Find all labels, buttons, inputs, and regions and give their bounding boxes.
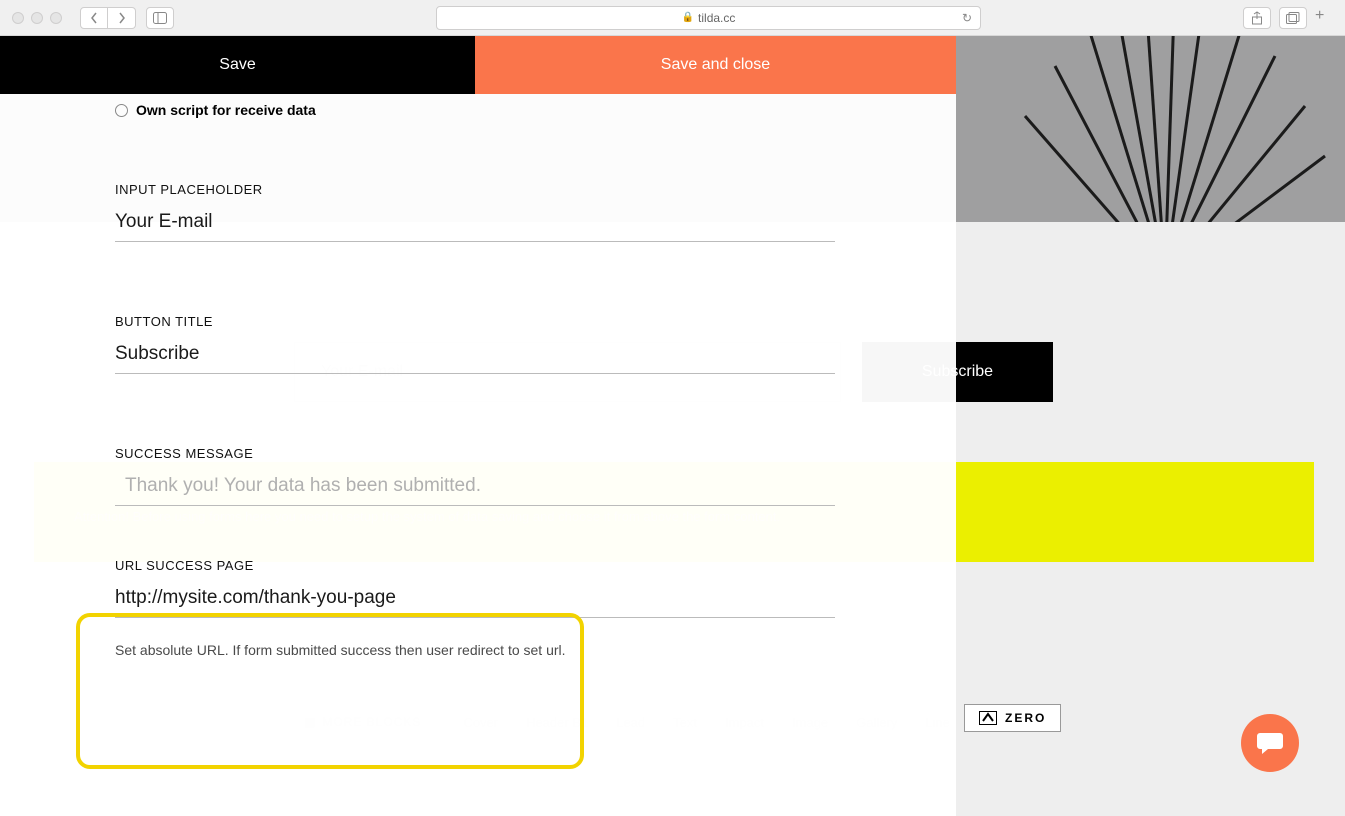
back-button[interactable] [80,7,108,29]
lock-icon: 🔒 [682,12,694,23]
button-title-field[interactable] [115,339,835,374]
address-bar[interactable]: 🔒 tilda.cc ↻ [436,6,981,30]
save-and-close-button[interactable]: Save and close [475,36,956,94]
url-success-field[interactable] [115,583,835,618]
new-tab-button[interactable]: + [1315,7,1333,29]
reload-icon[interactable]: ↻ [962,11,972,25]
success-message-label: SUCCESS MESSAGE [115,446,841,461]
plant-illustration [965,36,1345,222]
button-title-label: BUTTON TITLE [115,314,841,329]
url-success-label: URL SUCCESS PAGE [115,558,841,573]
share-button[interactable] [1243,7,1271,29]
input-placeholder-label: INPUT PLACEHOLDER [115,182,841,197]
own-script-radio[interactable] [115,104,128,117]
sidebar-toggle[interactable] [146,7,174,29]
own-script-label: Own script for receive data [136,102,316,118]
zero-block-button[interactable]: ZERO [964,704,1061,732]
traffic-lights [12,12,62,24]
chat-icon [1256,730,1284,756]
maximise-window-dot[interactable] [50,12,62,24]
chat-fab[interactable] [1241,714,1299,772]
save-button[interactable]: Save [0,36,475,94]
browser-chrome: 🔒 tilda.cc ↻ + [0,0,1345,36]
tabs-button[interactable] [1279,7,1307,29]
url-success-hint: Set absolute URL. If form submitted succ… [115,642,841,658]
nav-buttons [80,7,136,29]
success-message-field[interactable] [115,471,835,506]
url-text: tilda.cc [698,11,735,25]
zero-icon [979,711,997,725]
input-placeholder-field[interactable] [115,207,835,242]
settings-panel: Save Save and close Own script for recei… [0,36,956,816]
close-window-dot[interactable] [12,12,24,24]
minimise-window-dot[interactable] [31,12,43,24]
forward-button[interactable] [108,7,136,29]
